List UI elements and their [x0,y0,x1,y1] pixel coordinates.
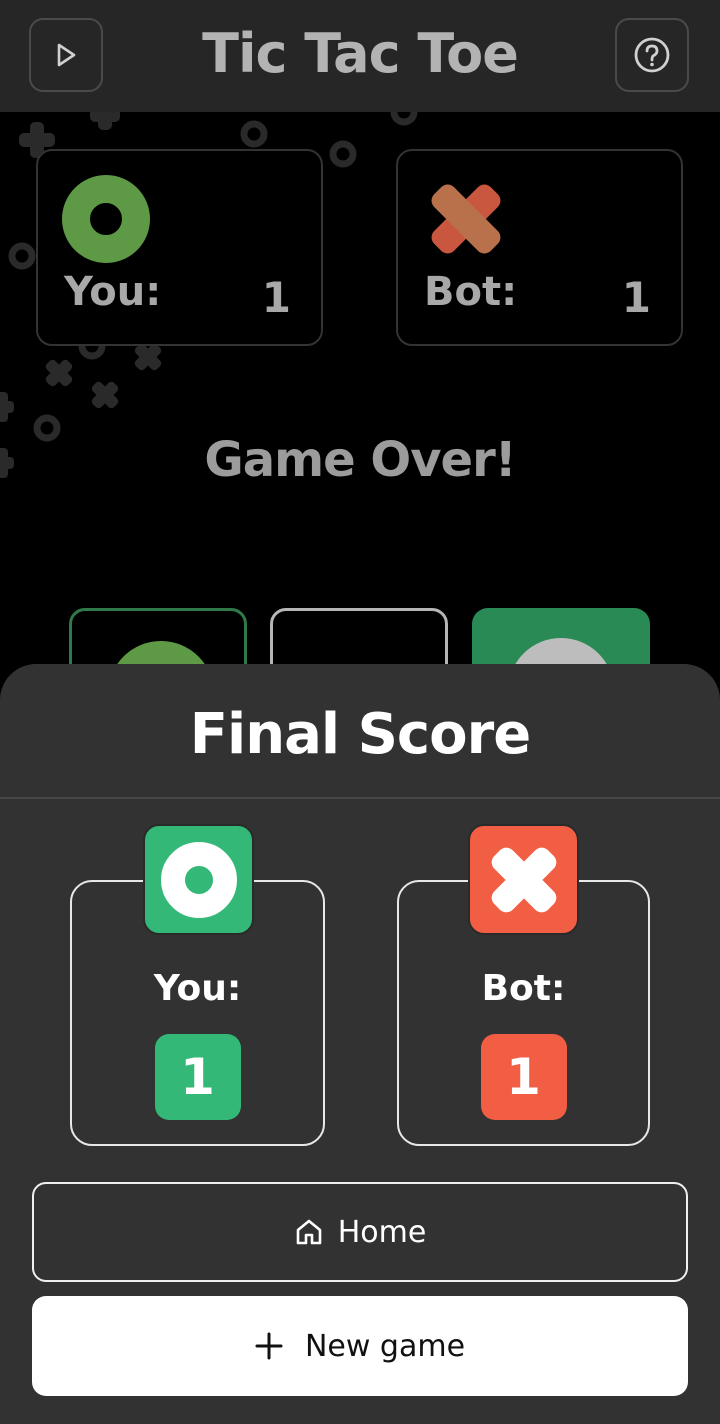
final-player-label: You: [153,968,242,1009]
new-game-button[interactable]: New game [32,1296,688,1396]
home-icon [296,1219,322,1245]
sheet-title: Final Score [189,702,531,767]
player-score-card: You: 1 [36,149,323,346]
final-score-sheet: Final Score You: 1 Bot: 1 Home New game [0,664,720,1424]
player-score: 1 [261,273,291,322]
player-badge [143,824,254,935]
bot-label: Bot: [424,269,518,315]
final-bot-label: Bot: [481,968,566,1009]
bot-score: 1 [621,273,651,322]
final-bot-score: 1 [480,1034,567,1120]
final-player-score: 1 [154,1034,241,1120]
game-status: Game Over! [204,432,516,488]
plus-icon [255,1332,283,1360]
top-bar: Tic Tac Toe [0,0,720,112]
home-button-label: Home [337,1214,427,1250]
bot-score-card: Bot: 1 [396,149,683,346]
cross-marker-icon [431,184,501,254]
circle-marker-icon [160,841,237,918]
new-game-button-label: New game [304,1328,466,1364]
divider [0,797,720,799]
app-title: Tic Tac Toe [202,22,519,85]
bot-badge [468,824,579,935]
circle-marker-icon [62,175,150,263]
home-button[interactable]: Home [32,1182,688,1282]
help-circle-icon [634,37,670,73]
player-label: You: [64,269,162,315]
app-screen: Tic Tac Toe You: 1 Bot: 1 Game Over! Fin… [0,0,720,1424]
cross-marker-icon [491,847,556,912]
help-button[interactable] [615,18,689,92]
